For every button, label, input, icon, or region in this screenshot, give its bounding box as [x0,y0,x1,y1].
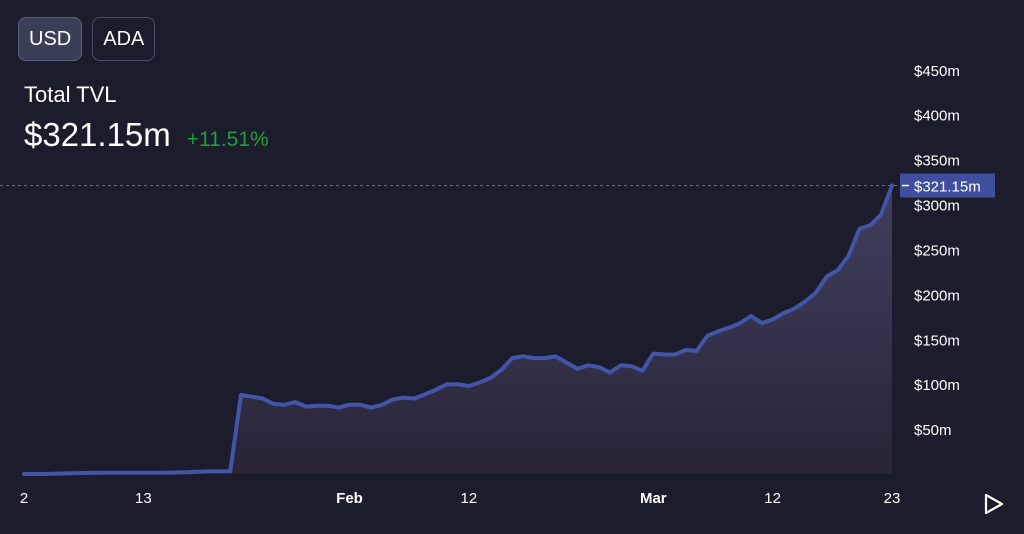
x-tick-label: 13 [135,490,152,507]
current-value-tag: $321.15m [900,173,995,198]
x-tick-label: 2 [20,490,28,507]
x-tick-label: Mar [640,490,667,507]
x-tick-label: 23 [884,490,901,507]
play-icon[interactable] [983,492,1005,516]
y-tick-label: $200m [914,287,960,304]
y-tick-label: $400m [914,108,960,125]
y-tick-label: $450m [914,63,960,80]
current-value-tag-label: $321.15m [914,179,981,196]
y-tick-label: $250m [914,242,960,259]
x-tick-label: Feb [336,490,363,507]
x-tick-label: 12 [764,490,781,507]
tvl-chart[interactable]: $50m $100m $150m $200m $250m $300m $350m $400m $… [0,0,1024,534]
y-tick-label: $300m [914,198,960,215]
y-tick-label: $150m [914,332,960,349]
y-tick-label: $50m [914,422,952,439]
area-fill [24,185,892,474]
x-tick-label: 12 [461,490,478,507]
y-tick-label: $100m [914,377,960,394]
y-tick-label: $350m [914,153,960,170]
